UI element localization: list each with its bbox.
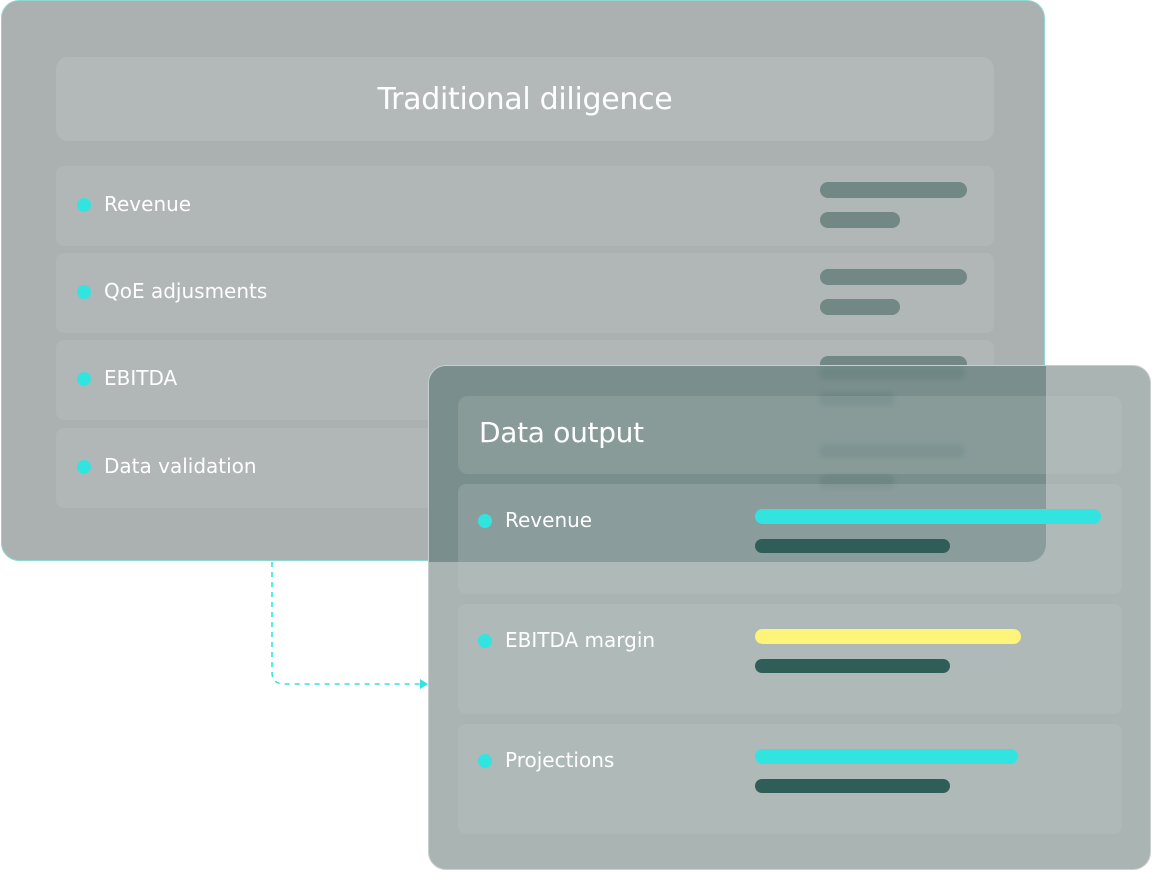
output-level-bar [755,509,1101,524]
data-output-panel: Data output Revenue EBITDA margin Projec… [428,365,1151,870]
output-row-label: Projections [505,748,615,772]
bullet-dot-icon [478,514,492,528]
connector-arrowhead-icon [420,679,428,689]
output-level-bar [755,749,1018,764]
diagram-stage: Traditional diligence Revenue QoE adjusm… [0,0,1152,872]
output-row-ebitda-margin: EBITDA margin [458,604,1122,714]
connector-line [271,562,420,685]
output-row-label: Revenue [505,508,593,532]
bullet-dot-icon [478,754,492,768]
output-row-label: EBITDA margin [505,628,656,652]
output-level-bar [755,629,1021,644]
output-secondary-bar [755,779,950,793]
output-title: Data output [479,416,644,449]
output-row-revenue: Revenue [458,484,1122,594]
output-secondary-bar [755,659,950,673]
ghost-bar [819,366,965,380]
output-secondary-bar [755,539,950,553]
output-row-projections: Projections [458,724,1122,834]
bullet-dot-icon [478,634,492,648]
